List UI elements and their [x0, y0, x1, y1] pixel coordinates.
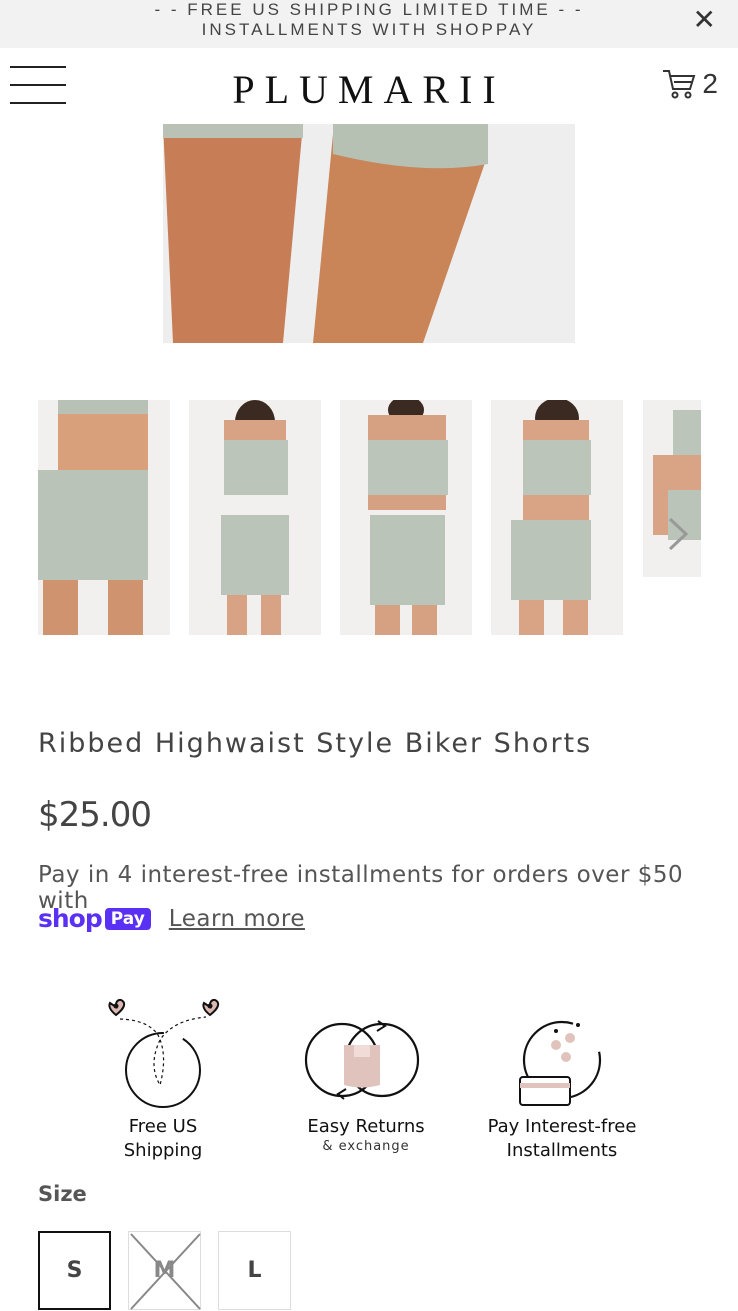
- unavailable-cross-icon: [130, 1233, 201, 1310]
- brand-logo[interactable]: PLUMARII: [0, 66, 738, 113]
- announcement-bar: - - FREE US SHIPPING LIMITED TIME - - IN…: [0, 0, 738, 48]
- size-option-m[interactable]: M: [128, 1231, 201, 1310]
- cart-count: 2: [702, 68, 718, 99]
- size-option-label: L: [247, 1258, 262, 1283]
- feature-label-line1: Free US: [128, 1116, 198, 1137]
- learn-more-link[interactable]: Learn more: [169, 906, 305, 932]
- size-label: Size: [38, 1182, 87, 1206]
- thumbnail-3[interactable]: [340, 400, 472, 635]
- shoppay-row: shop Pay Learn more: [38, 904, 305, 933]
- size-option-label: S: [66, 1258, 83, 1283]
- thumbnail-1[interactable]: [38, 400, 170, 635]
- feature-label-line2: Installments: [506, 1140, 618, 1161]
- feature-installments: Pay Interest-free Installments: [482, 995, 642, 1163]
- feature-label-line2: & exchange: [322, 1139, 410, 1154]
- feature-easy-returns: Easy Returns & exchange: [286, 995, 446, 1154]
- features-row: Free US Shipping Easy Returns & exchange…: [0, 995, 738, 1165]
- announcement-line-1: - - FREE US SHIPPING LIMITED TIME - -: [154, 0, 584, 19]
- chevron-right-icon[interactable]: [662, 516, 694, 552]
- cart-icon: [663, 70, 696, 99]
- product-main-image[interactable]: [163, 124, 575, 343]
- cart-button[interactable]: 2: [662, 68, 718, 100]
- shop-pay-logo: shop: [38, 904, 103, 933]
- feature-free-shipping: Free US Shipping: [88, 995, 238, 1163]
- size-option-s[interactable]: S: [38, 1231, 111, 1310]
- site-header: PLUMARII 2: [0, 48, 738, 124]
- product-title: Ribbed Highwaist Style Biker Shorts: [38, 728, 593, 759]
- shop-pay-badge: Pay: [104, 907, 151, 930]
- product-thumbnails: [38, 400, 738, 635]
- announcement-line-2: INSTALLMENTS WITH SHOPPAY: [201, 20, 537, 39]
- card-coins-icon: [519, 1020, 602, 1106]
- feature-label-line1: Pay Interest-free: [487, 1116, 637, 1137]
- thumbnail-4[interactable]: [491, 400, 623, 635]
- feature-label-line1: Easy Returns: [307, 1116, 425, 1137]
- product-price: $25.00: [38, 795, 152, 835]
- feature-label-line2: Shipping: [123, 1140, 203, 1161]
- size-options: S M L: [38, 1231, 308, 1310]
- thumbnail-2[interactable]: [189, 400, 321, 635]
- shipping-route-icon: [108, 998, 220, 1108]
- close-icon[interactable]: ✕: [693, 6, 716, 34]
- returns-icon: [304, 1020, 420, 1100]
- size-option-l[interactable]: L: [218, 1231, 291, 1310]
